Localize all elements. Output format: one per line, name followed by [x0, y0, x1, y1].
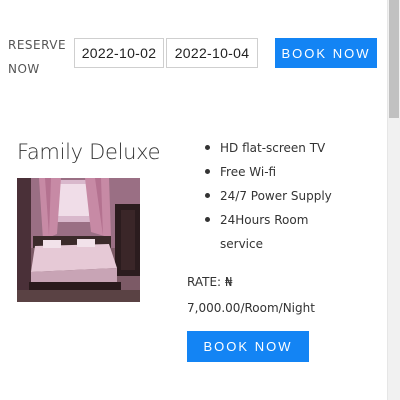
bullet-icon	[205, 169, 210, 174]
checkout-date-value: 2022-10-04	[174, 45, 250, 61]
amenities-list: HD flat-screen TV Free Wi-fi 24/7 Power …	[188, 136, 338, 256]
reserve-label-line1: RESERVE	[8, 38, 67, 52]
amenity-text: HD flat-screen TV	[220, 141, 326, 155]
reserve-book-now-button[interactable]: BOOK NOW	[275, 38, 377, 68]
list-item: 24Hours Room service	[188, 208, 338, 256]
checkout-date-input[interactable]: 2022-10-04	[166, 38, 258, 68]
bullet-icon	[205, 145, 210, 150]
checkin-date-input[interactable]: 2022-10-02	[74, 38, 164, 68]
bullet-icon	[205, 217, 210, 222]
room-book-now-button[interactable]: BOOK NOW	[187, 331, 309, 362]
amenity-text: 24Hours Room service	[220, 213, 309, 251]
bullet-icon	[205, 193, 210, 198]
list-item: 24/7 Power Supply	[188, 184, 338, 208]
page: RESERVE NOW 2022-10-02 2022-10-04 BOOK N…	[0, 0, 400, 400]
reserve-label-line2: NOW	[8, 62, 40, 76]
amenity-text: 24/7 Power Supply	[220, 189, 332, 203]
rate-label: RATE: ₦	[187, 275, 233, 289]
bedroom-image	[17, 178, 140, 302]
amenity-text: Free Wi-fi	[220, 165, 277, 179]
room-photo	[17, 178, 140, 302]
room-rate: RATE: ₦ 7,000.00/Room/Night	[187, 269, 357, 321]
room-title: Family Deluxe	[17, 140, 161, 164]
vertical-scrollbar[interactable]	[387, 0, 400, 400]
list-item: Free Wi-fi	[188, 160, 338, 184]
scrollbar-thumb[interactable]	[389, 0, 399, 118]
checkin-date-value: 2022-10-02	[81, 45, 157, 61]
list-item: HD flat-screen TV	[188, 136, 338, 160]
reserve-now-label: RESERVE NOW	[8, 33, 70, 81]
rate-value: 7,000.00/Room/Night	[187, 301, 315, 315]
